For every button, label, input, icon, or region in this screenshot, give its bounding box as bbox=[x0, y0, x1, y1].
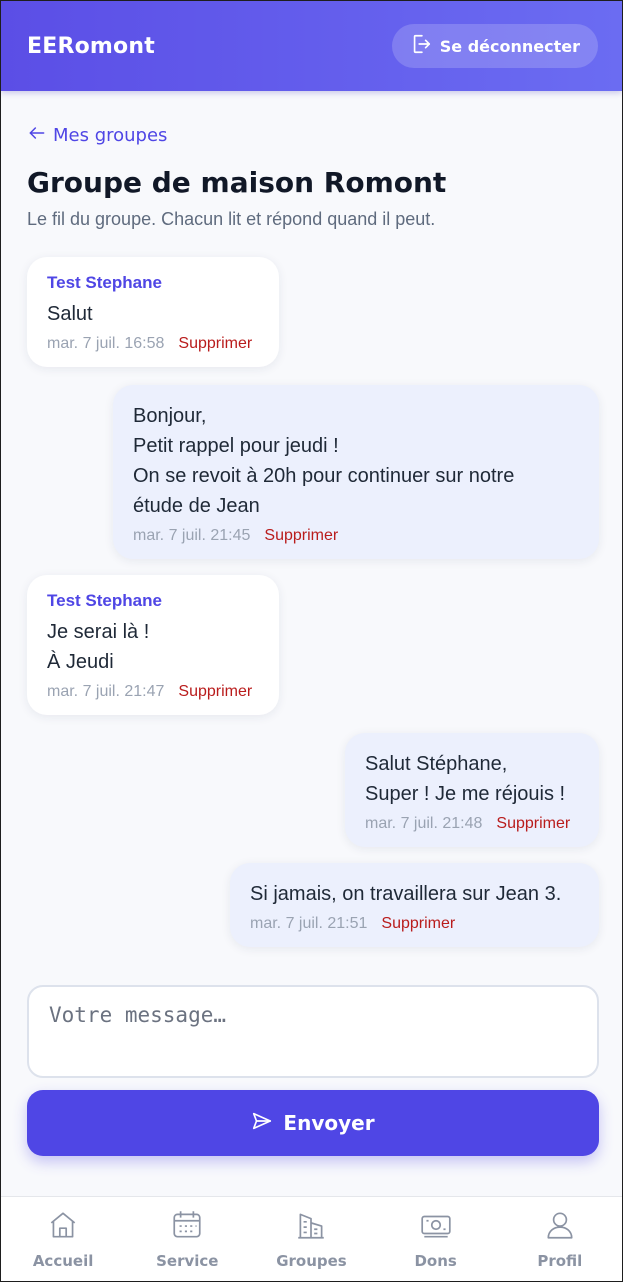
message-text: Si jamais, on travaillera sur Jean 3. bbox=[250, 883, 562, 905]
logout-icon bbox=[410, 33, 432, 59]
home-icon bbox=[46, 1208, 80, 1246]
page-title: Groupe de maison Romont bbox=[27, 166, 447, 199]
back-to-groups-link[interactable]: Mes groupes bbox=[27, 123, 167, 148]
delete-message-button[interactable]: Supprimer bbox=[178, 335, 252, 353]
building-icon bbox=[294, 1208, 328, 1246]
nav-label: Dons bbox=[414, 1252, 457, 1270]
nav-label: Accueil bbox=[32, 1252, 94, 1270]
message-time: mar. 7 juil. 21:51 bbox=[250, 915, 368, 932]
message-time: mar. 7 juil. 21:45 bbox=[133, 527, 251, 544]
app-frame: EERomont Se déconnecter Mes groupes Grou… bbox=[0, 0, 623, 1282]
message-time: mar. 7 juil. 16:58 bbox=[47, 335, 165, 352]
message-meta: mar. 7 juil. 21:51 Supprimer bbox=[250, 915, 579, 933]
nav-label: Service bbox=[156, 1252, 219, 1270]
app-header: EERomont Se déconnecter bbox=[1, 1, 622, 91]
message-text: Salut Stéphane, Super ! Je me réjouis ! bbox=[365, 753, 566, 805]
calendar-icon bbox=[170, 1208, 204, 1246]
nav-label: Groupes bbox=[276, 1252, 347, 1270]
nav-item-profil[interactable]: Profil bbox=[500, 1208, 620, 1270]
logout-button[interactable]: Se déconnecter bbox=[391, 24, 598, 68]
nav-item-service[interactable]: Service bbox=[127, 1208, 247, 1270]
message-meta: mar. 7 juil. 21:48 Supprimer bbox=[365, 815, 579, 833]
message-author[interactable]: Test Stephane bbox=[47, 273, 259, 293]
message-text: Je serai là ! À Jeudi bbox=[47, 621, 150, 673]
message-meta: mar. 7 juil. 21:45 Supprimer bbox=[133, 527, 579, 545]
back-link-label: Mes groupes bbox=[53, 125, 168, 146]
send-icon bbox=[251, 1110, 273, 1137]
message-bubble: Test Stephane Salut mar. 7 juil. 16:58 S… bbox=[27, 257, 279, 367]
message-time: mar. 7 juil. 21:48 bbox=[365, 815, 483, 832]
message-text: Salut bbox=[47, 303, 93, 325]
delete-message-button[interactable]: Supprimer bbox=[381, 915, 455, 933]
message-bubble: Si jamais, on travaillera sur Jean 3. ma… bbox=[230, 863, 599, 947]
send-label: Envoyer bbox=[283, 1111, 375, 1135]
message-input[interactable] bbox=[27, 985, 599, 1078]
brand-logo[interactable]: EERomont bbox=[27, 34, 155, 59]
logout-label: Se déconnecter bbox=[439, 36, 580, 56]
message-bubble: Bonjour, Petit rappel pour jeudi ! On se… bbox=[113, 385, 599, 559]
message-meta: mar. 7 juil. 16:58 Supprimer bbox=[47, 335, 259, 353]
delete-message-button[interactable]: Supprimer bbox=[496, 815, 570, 833]
page-subtitle: Le fil du groupe. Chacun lit et répond q… bbox=[27, 209, 436, 229]
user-icon bbox=[543, 1208, 577, 1246]
delete-message-button[interactable]: Supprimer bbox=[264, 527, 338, 545]
nav-item-dons[interactable]: Dons bbox=[376, 1208, 496, 1270]
nav-item-groupes[interactable]: Groupes bbox=[251, 1208, 371, 1270]
message-bubble: Test Stephane Je serai là ! À Jeudi mar.… bbox=[27, 575, 279, 715]
arrow-left-icon bbox=[27, 123, 47, 148]
message-author[interactable]: Test Stephane bbox=[47, 591, 259, 611]
send-button[interactable]: Envoyer bbox=[27, 1090, 599, 1156]
nav-label: Profil bbox=[537, 1252, 583, 1270]
banknote-icon bbox=[419, 1208, 453, 1246]
nav-item-accueil[interactable]: Accueil bbox=[3, 1208, 123, 1270]
message-meta: mar. 7 juil. 21:47 Supprimer bbox=[47, 683, 259, 701]
bottom-nav: Accueil Service Groupes Dons Profil bbox=[1, 1196, 622, 1281]
message-time: mar. 7 juil. 21:47 bbox=[47, 683, 165, 700]
message-text: Bonjour, Petit rappel pour jeudi ! On se… bbox=[133, 405, 515, 517]
message-bubble: Salut Stéphane, Super ! Je me réjouis ! … bbox=[345, 733, 599, 847]
delete-message-button[interactable]: Supprimer bbox=[178, 683, 252, 701]
